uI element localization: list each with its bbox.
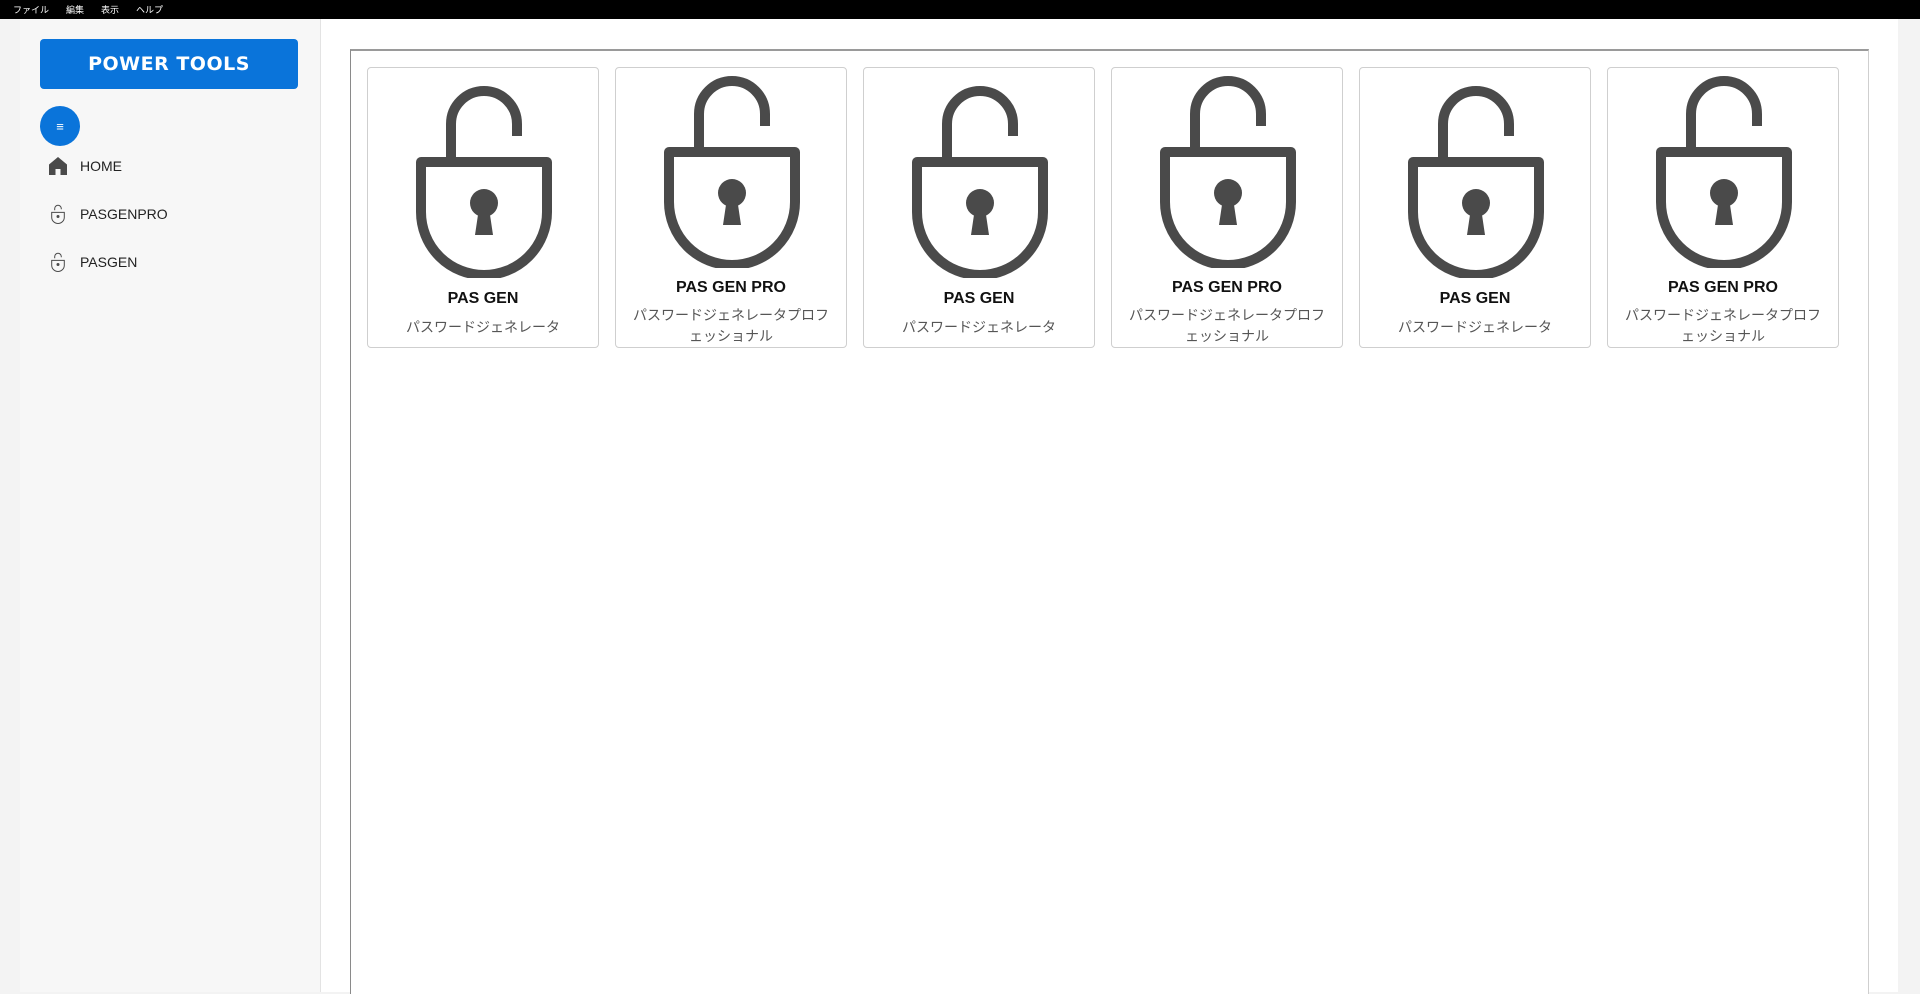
- sidebar-item-label: HOME: [80, 158, 122, 174]
- card-title: PAS GEN PRO: [1172, 279, 1282, 296]
- unlock-icon: [912, 86, 1048, 278]
- unlock-icon: [48, 252, 68, 272]
- tool-card-pasgen[interactable]: PAS GEN パスワードジェネレータ: [367, 67, 599, 348]
- main-content: PAS GEN パスワードジェネレータ PAS GEN PRO パスワードジェネ…: [350, 49, 1869, 994]
- menu-toggle-button[interactable]: ≡: [40, 106, 80, 146]
- unlock-icon: [48, 204, 68, 224]
- unlock-icon: [416, 86, 552, 278]
- sidebar-item-home[interactable]: HOME: [48, 154, 122, 178]
- home-icon: [48, 156, 68, 176]
- card-title: PAS GEN: [1439, 290, 1511, 307]
- tool-card-pasgen[interactable]: PAS GEN パスワードジェネレータ: [1359, 67, 1591, 348]
- menu-edit[interactable]: 編集: [66, 3, 84, 16]
- card-description: パスワードジェネレータ: [1398, 320, 1552, 336]
- tool-card-pasgenpro[interactable]: PAS GEN PRO パスワードジェネレータプロフェッショナル: [1111, 67, 1343, 348]
- app-window: POWER TOOLS ≡ HOME PASGENPRO PASGEN PAS …: [20, 19, 1898, 994]
- menu-help[interactable]: ヘルプ: [136, 3, 163, 16]
- app-menubar: ファイル 編集 表示 ヘルプ: [0, 0, 1920, 19]
- card-description: パスワードジェネレータプロフェッショナル: [633, 308, 829, 345]
- sidebar: POWER TOOLS ≡ HOME PASGENPRO PASGEN: [20, 19, 321, 992]
- sidebar-item-pasgenpro[interactable]: PASGENPRO: [48, 202, 168, 226]
- unlock-icon: [1656, 76, 1792, 268]
- card-description: パスワードジェネレータプロフェッショナル: [1625, 308, 1821, 345]
- card-title: PAS GEN PRO: [1668, 279, 1778, 296]
- unlock-icon: [1160, 76, 1296, 268]
- sidebar-item-label: PASGENPRO: [80, 206, 168, 222]
- card-title: PAS GEN: [447, 290, 519, 307]
- card-description: パスワードジェネレータ: [406, 320, 560, 336]
- card-description: パスワードジェネレータプロフェッショナル: [1129, 308, 1325, 345]
- tool-card-pasgen[interactable]: PAS GEN パスワードジェネレータ: [863, 67, 1095, 348]
- tool-card-pasgenpro[interactable]: PAS GEN PRO パスワードジェネレータプロフェッショナル: [1607, 67, 1839, 348]
- tool-card-pasgenpro[interactable]: PAS GEN PRO パスワードジェネレータプロフェッショナル: [615, 67, 847, 348]
- sidebar-item-label: PASGEN: [80, 254, 138, 270]
- hamburger-icon: ≡: [56, 118, 64, 134]
- menu-view[interactable]: 表示: [101, 3, 119, 16]
- sidebar-item-pasgen[interactable]: PASGEN: [48, 250, 137, 274]
- tool-card-list: PAS GEN パスワードジェネレータ PAS GEN PRO パスワードジェネ…: [367, 67, 1839, 348]
- brand-button[interactable]: POWER TOOLS: [40, 39, 298, 89]
- menu-file[interactable]: ファイル: [13, 3, 49, 16]
- card-title: PAS GEN: [943, 290, 1015, 307]
- card-description: パスワードジェネレータ: [902, 320, 1056, 336]
- unlock-icon: [1408, 86, 1544, 278]
- card-title: PAS GEN PRO: [676, 279, 786, 296]
- unlock-icon: [664, 76, 800, 268]
